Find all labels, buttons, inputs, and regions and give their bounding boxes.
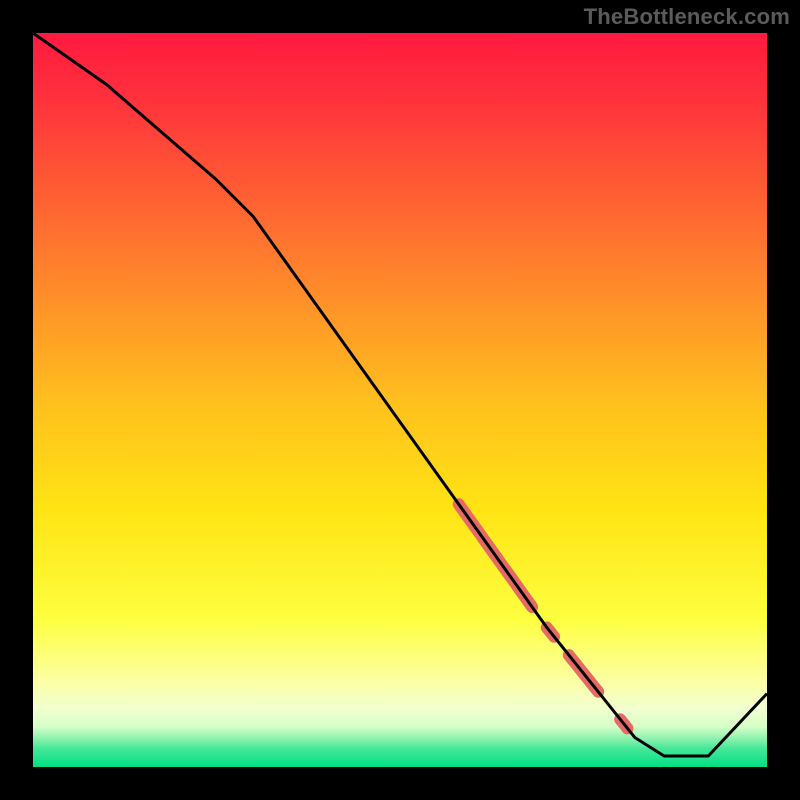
chart-container: TheBottleneck.com [0,0,800,800]
chart-plot-area [33,33,767,767]
watermark-text: TheBottleneck.com [584,4,790,30]
gradient-background [33,33,767,767]
chart-svg [33,33,767,767]
